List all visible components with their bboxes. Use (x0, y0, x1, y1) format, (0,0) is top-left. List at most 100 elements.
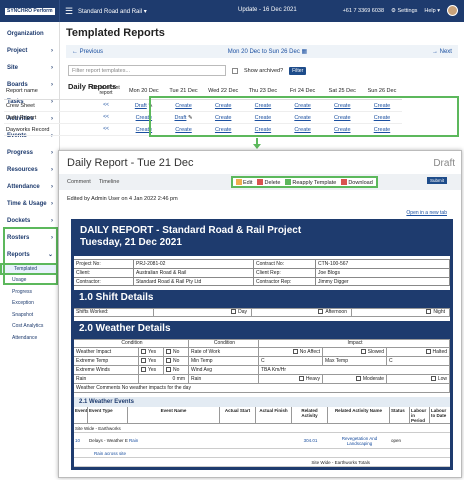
info-value: Australian Road & Rail (134, 269, 254, 277)
app-logo[interactable]: SYNCHRO Perform (0, 0, 60, 22)
event-id-link[interactable]: 10 (75, 438, 80, 443)
col-day: Fri 24 Dec (289, 88, 316, 94)
tab-timeline[interactable]: Timeline (99, 179, 120, 185)
sidebar-subitem-attendance[interactable]: Attendance (0, 332, 59, 344)
yes-label: Yes (148, 366, 157, 373)
slowed-checkbox[interactable] (360, 348, 366, 354)
weather-label: Rate of Work (189, 347, 259, 357)
help-menu[interactable]: Help ▾ (424, 8, 440, 14)
edit-button[interactable]: Edit (236, 178, 252, 186)
document-date: Tuesday, 21 Dec 2021 (80, 237, 182, 248)
yes-checkbox[interactable] (141, 366, 146, 372)
report-document: DAILY REPORT - Standard Road & Rail Proj… (71, 219, 453, 470)
sidebar-item-resources[interactable]: Resources › (0, 161, 59, 178)
recent-report-link[interactable]: << (103, 126, 109, 132)
delete-button[interactable]: Delete (257, 178, 280, 186)
sidebar-subitem-exception[interactable]: Exception (0, 298, 59, 310)
afternoon-checkbox[interactable] (318, 309, 324, 314)
sidebar-item-site[interactable]: Site › (0, 59, 59, 76)
next-link[interactable]: → Next (432, 49, 452, 55)
sidebar-item-attendance[interactable]: Attendance › (0, 178, 59, 195)
no-option: No (164, 356, 189, 366)
filter-input[interactable]: Filter report templates... (68, 65, 226, 76)
moderate-checkbox[interactable] (355, 375, 361, 381)
submit-button[interactable]: Submit (426, 177, 447, 184)
show-archived-label: Show archived? (244, 67, 284, 74)
sidebar-subitem-cost-analytics[interactable]: Cost Analytics (0, 321, 59, 333)
halted-checkbox[interactable] (425, 348, 431, 354)
info-value: Joe Blogs (316, 269, 450, 277)
day-checkbox[interactable] (231, 309, 237, 314)
sidebar-item-time-usage[interactable]: Time & Usage › (0, 195, 59, 212)
col-day: Sun 26 Dec (367, 88, 397, 94)
recent-report-link[interactable]: << (103, 114, 109, 120)
recent-report-link[interactable]: << (103, 102, 109, 108)
yes-checkbox[interactable] (141, 348, 146, 354)
reapply-template-button[interactable]: Reapply Template (285, 178, 336, 186)
event-name-link[interactable]: Rain (129, 438, 138, 443)
page-title: Templated Reports (66, 27, 165, 39)
related-activity-link[interactable]: 304.01 (304, 438, 318, 443)
day-label: Day (238, 309, 247, 315)
filter-button[interactable]: Filter (289, 66, 307, 75)
hamburger-menu-icon[interactable]: ☰ (60, 6, 78, 17)
weather-events-title: 2.1 Weather Events (74, 397, 450, 407)
events-col: Related Activity (292, 407, 328, 423)
impact-option: Slowed (323, 347, 387, 357)
sidebar-subitem-progress[interactable]: Progress (0, 286, 59, 298)
no-checkbox[interactable] (166, 348, 171, 354)
events-col: Status (390, 407, 410, 423)
shift-row: Shifts Worked: Day Afternoon Night (74, 308, 450, 317)
sidebar-item-progress[interactable]: Progress › (0, 144, 59, 161)
col-report-name: Report name (6, 88, 38, 94)
events-col: Actual Start (220, 407, 256, 423)
phone-number: +61 7 3369 6038 (342, 7, 385, 14)
sidebar-sublabel: Exception (12, 300, 34, 307)
shifts-worked-label: Shifts Worked: (74, 308, 154, 317)
no-checkbox[interactable] (166, 357, 171, 363)
chevron-right-icon: › (51, 149, 53, 156)
yes-label: Yes (148, 357, 157, 364)
weather-label: Weather Impact (74, 347, 139, 357)
pdf-icon (341, 178, 348, 185)
info-key: Contract No: (254, 260, 316, 268)
report-tabs: Comment Timeline Edit Delete Reapply Tem… (59, 174, 461, 190)
open-new-tab-link[interactable]: Open in a new tab (59, 210, 447, 216)
previous-link[interactable]: ← Previous (72, 49, 103, 55)
events-col: Event Name (128, 407, 220, 423)
info-key: Client Rep: (254, 269, 316, 277)
info-value: Standard Road & Rail Pty Ltd (134, 278, 254, 285)
weather-label: Extreme Winds (74, 365, 139, 375)
tab-comment[interactable]: Comment (67, 179, 91, 185)
show-archived-checkbox[interactable] (232, 67, 238, 74)
related-activity-name-link[interactable]: Revegetation And Landscaping (342, 436, 378, 446)
avatar[interactable] (447, 5, 458, 16)
sidebar-subitem-snapshot[interactable]: Snapshot (0, 309, 59, 321)
project-selector[interactable]: Standard Road and Rail ▾ (78, 8, 148, 15)
event-note: Rain across site (94, 450, 127, 456)
settings-link[interactable]: ⚙ Settings (391, 8, 417, 14)
report-cell-link[interactable]: Draft (135, 103, 147, 109)
logo-text: SYNCHRO Perform (5, 7, 55, 15)
edited-by: Edited by Admin User on 4 Jan 2022 2:46 … (67, 196, 178, 202)
rain-option: Moderate (323, 374, 387, 384)
heavy-checkbox[interactable] (298, 375, 304, 381)
sidebar-item-project[interactable]: Project › (0, 42, 59, 59)
no-affect-checkbox[interactable] (292, 348, 298, 354)
yes-checkbox[interactable] (141, 357, 146, 363)
event-id[interactable]: 10 (74, 438, 88, 443)
min-temp-value: C (259, 356, 323, 366)
night-checkbox[interactable] (426, 309, 432, 314)
col-day: Sat 25 Dec (328, 88, 356, 94)
no-checkbox[interactable] (166, 366, 171, 372)
events-col: Actual Finish (256, 407, 292, 423)
weather-comments-row: Weather Comments No weather impacts for … (74, 383, 450, 393)
download-button[interactable]: Download (341, 178, 373, 186)
option-label: Slowed (367, 348, 384, 355)
week-range[interactable]: Mon 20 Dec to Sun 26 Dec ▦ (228, 48, 307, 55)
low-checkbox[interactable] (430, 375, 436, 381)
yes-option: Yes (139, 347, 164, 357)
sidebar-item-organization[interactable]: Organization (0, 25, 59, 42)
info-value: PRJ-2081-02 (134, 260, 254, 268)
no-option: No (164, 347, 189, 357)
